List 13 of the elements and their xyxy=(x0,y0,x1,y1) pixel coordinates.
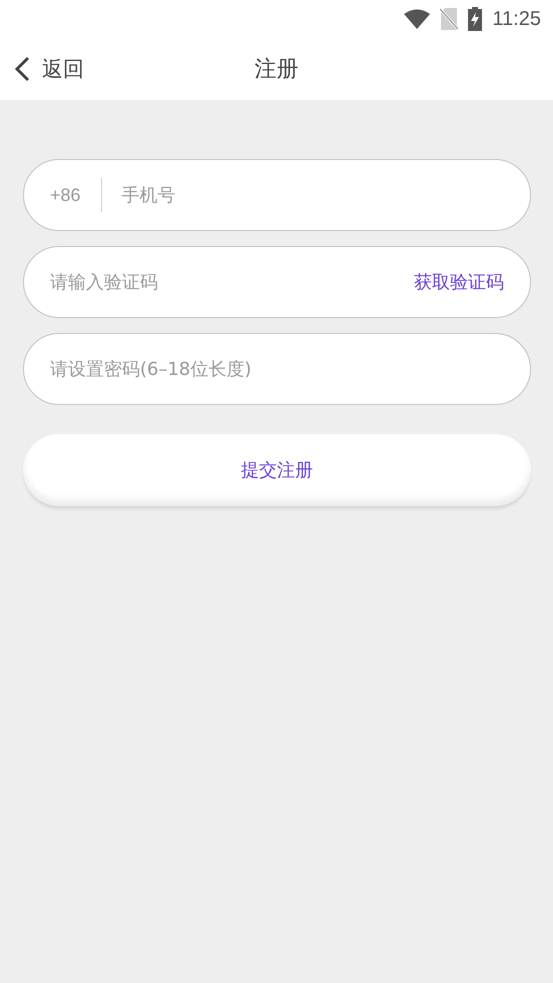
page-title: 注册 xyxy=(254,56,298,84)
clock: 11:25 xyxy=(492,8,541,30)
get-code-button[interactable]: 获取验证码 xyxy=(414,270,504,294)
wifi-icon xyxy=(404,9,430,29)
country-code: +86 xyxy=(50,184,81,206)
chevron-left-icon xyxy=(14,56,30,82)
no-sim-icon xyxy=(440,8,458,30)
back-button[interactable]: 返回 xyxy=(0,55,84,83)
code-input[interactable]: 请输入验证码 xyxy=(50,272,414,292)
submit-button[interactable]: 提交注册 xyxy=(23,434,531,506)
password-field[interactable]: 请设置密码(6–18位长度) xyxy=(23,333,531,405)
battery-charging-icon xyxy=(468,7,482,31)
phone-input[interactable]: 手机号 xyxy=(122,184,504,206)
